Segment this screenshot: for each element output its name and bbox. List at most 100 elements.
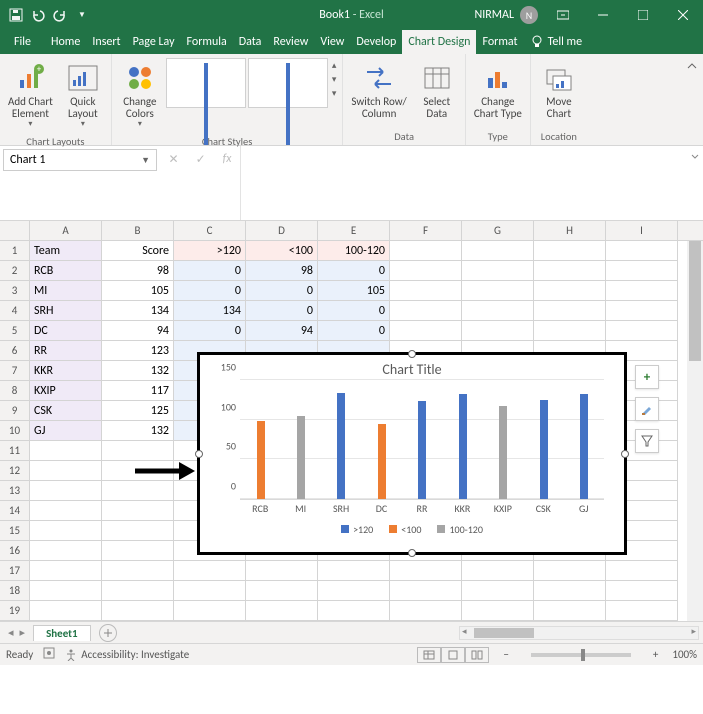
tab-insert[interactable]: Insert (86, 30, 126, 54)
cell-I1[interactable] (606, 241, 678, 261)
tab-chartdesign[interactable]: Chart Design (402, 30, 476, 54)
select-data-button[interactable]: Select Data (413, 58, 461, 120)
cell-F17[interactable] (390, 561, 462, 581)
styles-scroll-down[interactable]: ▾ (332, 74, 337, 85)
cell-C1[interactable]: >120 (174, 241, 246, 261)
cell-A8[interactable]: KXIP (30, 381, 102, 401)
tab-format[interactable]: Format (476, 30, 523, 54)
cell-H3[interactable] (534, 281, 606, 301)
cell-F3[interactable] (390, 281, 462, 301)
row-header[interactable]: 9 (0, 401, 30, 421)
chart-bar[interactable] (580, 394, 588, 499)
tellme-search[interactable]: Tell me (524, 30, 589, 54)
column-header-B[interactable]: B (102, 221, 174, 240)
column-header-E[interactable]: E (318, 221, 390, 240)
row-header[interactable]: 13 (0, 481, 30, 501)
collapse-ribbon-button[interactable] (681, 54, 703, 145)
cell-C3[interactable]: 0 (174, 281, 246, 301)
scroll-thumb[interactable] (689, 241, 701, 361)
zoom-out-button[interactable]: − (499, 648, 512, 661)
name-box[interactable]: Chart 1 ▼ (3, 149, 157, 171)
enter-formula-icon[interactable]: ✓ (196, 152, 206, 167)
undo-icon[interactable] (28, 5, 48, 25)
cell-I5[interactable] (606, 321, 678, 341)
cell-A17[interactable] (30, 561, 102, 581)
scroll-right-icon[interactable]: ▸ (691, 626, 696, 637)
tab-review[interactable]: Review (267, 30, 314, 54)
select-all-corner[interactable] (0, 221, 30, 240)
cell-B15[interactable] (102, 521, 174, 541)
cell-B5[interactable]: 94 (102, 321, 174, 341)
cell-F19[interactable] (390, 601, 462, 621)
chart-bar[interactable] (337, 393, 345, 499)
cell-H4[interactable] (534, 301, 606, 321)
cell-G2[interactable] (462, 261, 534, 281)
cell-A10[interactable]: GJ (30, 421, 102, 441)
close-button[interactable] (663, 0, 703, 30)
cell-A9[interactable]: CSK (30, 401, 102, 421)
sheet-tab-sheet1[interactable]: Sheet1 (33, 625, 91, 641)
row-header[interactable]: 2 (0, 261, 30, 281)
chart-handle-e[interactable] (621, 450, 629, 458)
chart-bar[interactable] (540, 400, 548, 499)
add-chart-element-button[interactable]: + Add Chart Element ▾ (4, 58, 57, 129)
column-header-I[interactable]: I (606, 221, 678, 240)
row-header[interactable]: 12 (0, 461, 30, 481)
cell-A12[interactable] (30, 461, 102, 481)
new-sheet-button[interactable] (99, 624, 117, 642)
cell-A16[interactable] (30, 541, 102, 561)
cell-B16[interactable] (102, 541, 174, 561)
formula-input[interactable] (240, 146, 687, 220)
cell-A13[interactable] (30, 481, 102, 501)
cell-A2[interactable]: RCB (30, 261, 102, 281)
tab-formulas[interactable]: Formula (181, 30, 233, 54)
page-layout-view-button[interactable] (441, 647, 465, 663)
chart-bar[interactable] (418, 401, 426, 499)
qat-dropdown-icon[interactable]: ▼ (72, 5, 92, 25)
cell-B7[interactable]: 132 (102, 361, 174, 381)
page-break-view-button[interactable] (465, 647, 489, 663)
row-header[interactable]: 3 (0, 281, 30, 301)
cell-B11[interactable] (102, 441, 174, 461)
accessibility-status[interactable]: Accessibility: Investigate (65, 648, 189, 661)
zoom-in-button[interactable]: + (649, 648, 662, 661)
chart-filters-button[interactable] (635, 429, 659, 453)
quick-layout-button[interactable]: Quick Layout ▾ (59, 58, 107, 129)
row-header[interactable]: 1 (0, 241, 30, 261)
cell-E5[interactable]: 0 (318, 321, 390, 341)
row-header[interactable]: 4 (0, 301, 30, 321)
vertical-scrollbar[interactable] (687, 241, 703, 621)
cell-F18[interactable] (390, 581, 462, 601)
cell-G5[interactable] (462, 321, 534, 341)
save-icon[interactable] (6, 5, 26, 25)
chart-style-thumb-1[interactable] (166, 58, 246, 108)
chart-bar[interactable] (459, 394, 467, 499)
cell-D3[interactable]: 0 (246, 281, 318, 301)
cell-B14[interactable] (102, 501, 174, 521)
cell-A18[interactable] (30, 581, 102, 601)
chart-handle-w[interactable] (195, 450, 203, 458)
chart-bar[interactable] (378, 424, 386, 499)
cell-D4[interactable]: 0 (246, 301, 318, 321)
cell-H2[interactable] (534, 261, 606, 281)
cell-F2[interactable] (390, 261, 462, 281)
cell-G18[interactable] (462, 581, 534, 601)
cell-B2[interactable]: 98 (102, 261, 174, 281)
normal-view-button[interactable] (417, 647, 441, 663)
user-account[interactable]: NIRMAL N (474, 6, 538, 24)
cell-C5[interactable]: 0 (174, 321, 246, 341)
cell-H5[interactable] (534, 321, 606, 341)
cell-C4[interactable]: 134 (174, 301, 246, 321)
chart-title[interactable]: Chart Title (200, 355, 624, 380)
row-header[interactable]: 14 (0, 501, 30, 521)
chart-legend[interactable]: >120 <100 100-120 (200, 523, 624, 536)
row-header[interactable]: 16 (0, 541, 30, 561)
tab-file[interactable]: File (0, 30, 45, 54)
row-header[interactable]: 11 (0, 441, 30, 461)
redo-icon[interactable] (50, 5, 70, 25)
cell-D5[interactable]: 94 (246, 321, 318, 341)
cell-B17[interactable] (102, 561, 174, 581)
cell-E1[interactable]: 100-120 (318, 241, 390, 261)
column-header-G[interactable]: G (462, 221, 534, 240)
chart-bar[interactable] (257, 421, 265, 499)
